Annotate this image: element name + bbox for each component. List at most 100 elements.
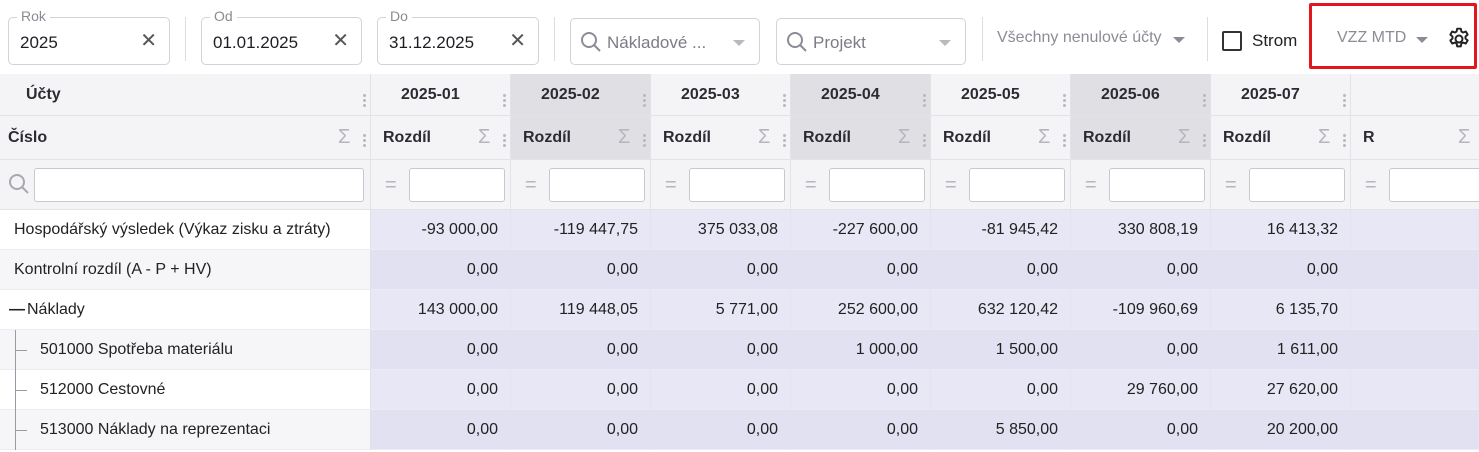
value-cell[interactable]: 29 760,00 <box>1071 370 1211 410</box>
column-grip-icon[interactable] <box>1063 92 1067 109</box>
table-row[interactable]: 513000 Náklady na reprezentaci 0,00 0,00 0,… <box>0 410 1479 450</box>
difference-column-header[interactable]: Rozdíl Σ <box>651 116 791 160</box>
column-grip-icon[interactable] <box>1203 92 1207 109</box>
date-from-clear-icon[interactable]: ✕ <box>332 31 349 51</box>
value-cell[interactable]: 143 000,00 <box>371 290 511 330</box>
tree-checkbox[interactable] <box>1222 31 1242 51</box>
value-cell[interactable]: 0,00 <box>931 370 1071 410</box>
value-cell[interactable]: 252 600,00 <box>791 290 931 330</box>
month-column-header[interactable]: 2025-06 <box>1071 74 1211 116</box>
equals-icon[interactable]: = <box>665 174 677 197</box>
equals-icon[interactable]: = <box>945 174 957 197</box>
value-cell[interactable]: 1 500,00 <box>931 330 1071 370</box>
account-cell[interactable]: 501000 Spotřeba materiálu <box>0 330 371 370</box>
value-cell[interactable]: 0,00 <box>371 370 511 410</box>
chevron-down-icon[interactable] <box>1173 37 1185 43</box>
date-to-value[interactable]: 31.12.2025 <box>389 33 474 53</box>
value-cell[interactable]: 0,00 <box>791 410 931 450</box>
column-grip-icon[interactable] <box>923 92 927 109</box>
value-cell-partial[interactable] <box>1351 410 1479 450</box>
value-cell[interactable]: 0,00 <box>651 250 791 290</box>
column-grip-icon[interactable] <box>783 92 787 109</box>
accounts-filter-dropdown[interactable]: Všechny nenulové účty <box>997 29 1162 47</box>
tree-checkbox-label[interactable]: Strom <box>1252 31 1297 51</box>
date-to-clear-icon[interactable]: ✕ <box>509 31 526 51</box>
value-cell[interactable]: 0,00 <box>1211 250 1351 290</box>
column-grip-icon[interactable] <box>923 132 927 149</box>
value-cell[interactable]: 119 448,05 <box>511 290 651 330</box>
equals-icon[interactable]: = <box>1225 174 1237 197</box>
month-column-header[interactable]: 2025-05 <box>931 74 1071 116</box>
column-grip-icon[interactable] <box>1343 92 1347 109</box>
value-cell-partial[interactable] <box>1351 370 1479 410</box>
value-cell[interactable]: -109 960,69 <box>1071 290 1211 330</box>
value-cell[interactable]: 0,00 <box>371 250 511 290</box>
value-cell[interactable]: -227 600,00 <box>791 210 931 250</box>
value-cell[interactable]: 0,00 <box>511 410 651 450</box>
equals-icon[interactable]: = <box>1365 174 1377 197</box>
value-cell[interactable]: 20 200,00 <box>1211 410 1351 450</box>
value-cell[interactable]: 0,00 <box>791 370 931 410</box>
account-cell[interactable]: — Náklady <box>0 290 371 330</box>
table-row[interactable]: Hospodářský výsledek (Výkaz zisku a ztrá… <box>0 210 1479 250</box>
account-cell[interactable]: 512000 Cestovné <box>0 370 371 410</box>
value-cell[interactable]: 375 033,08 <box>651 210 791 250</box>
month-column-header[interactable]: 2025-03 <box>651 74 791 116</box>
value-cell[interactable]: 0,00 <box>511 330 651 370</box>
value-cell[interactable]: -93 000,00 <box>371 210 511 250</box>
column-filter-input[interactable] <box>689 168 785 202</box>
column-filter-input[interactable] <box>409 168 505 202</box>
account-cell[interactable]: Kontrolní rozdíl (A - P + HV) <box>0 250 371 290</box>
difference-column-header[interactable]: RΣ <box>1351 116 1479 160</box>
value-cell[interactable]: 5 771,00 <box>651 290 791 330</box>
column-grip-icon[interactable] <box>1343 132 1347 149</box>
date-from-value[interactable]: 01.01.2025 <box>213 33 298 53</box>
value-cell[interactable]: 16 413,32 <box>1211 210 1351 250</box>
equals-icon[interactable]: = <box>805 174 817 197</box>
sigma-icon[interactable]: Σ <box>478 126 490 149</box>
year-value[interactable]: 2025 <box>20 33 58 53</box>
column-grip-icon[interactable] <box>503 132 507 149</box>
month-column-header[interactable]: 2025-02 <box>511 74 651 116</box>
column-grip-icon[interactable] <box>503 92 507 109</box>
account-cell[interactable]: 513000 Náklady na reprezentaci <box>0 410 371 450</box>
column-filter-input[interactable] <box>969 168 1065 202</box>
value-cell[interactable]: 330 808,19 <box>1071 210 1211 250</box>
number-column-header[interactable]: Číslo Σ <box>0 116 371 160</box>
value-cell-partial[interactable] <box>1351 250 1479 290</box>
difference-column-header[interactable]: Rozdíl Σ <box>1211 116 1351 160</box>
value-cell[interactable]: -81 945,42 <box>931 210 1071 250</box>
column-grip-icon[interactable] <box>643 132 647 149</box>
table-row[interactable]: Kontrolní rozdíl (A - P + HV) 0,00 0,00 0,0… <box>0 250 1479 290</box>
year-clear-icon[interactable]: ✕ <box>140 31 157 51</box>
value-cell[interactable]: 5 850,00 <box>931 410 1071 450</box>
column-grip-icon[interactable] <box>643 92 647 109</box>
value-cell[interactable]: 0,00 <box>511 250 651 290</box>
cost-center-select[interactable]: Nákladové ... <box>570 18 760 65</box>
year-field[interactable]: Rok 2025 ✕ <box>8 8 170 65</box>
sigma-icon[interactable]: Σ <box>618 126 630 149</box>
value-cell[interactable]: -119 447,75 <box>511 210 651 250</box>
column-filter-input[interactable] <box>1249 168 1345 202</box>
account-column-header[interactable]: Účty <box>0 74 371 116</box>
table-row[interactable]: 512000 Cestovné 0,00 0,00 0,00 0,00 0,00 29 76… <box>0 370 1479 410</box>
value-cell-partial[interactable] <box>1351 210 1479 250</box>
value-cell[interactable]: 0,00 <box>1071 410 1211 450</box>
value-cell[interactable]: 6 135,70 <box>1211 290 1351 330</box>
value-cell[interactable]: 0,00 <box>371 410 511 450</box>
difference-column-header[interactable]: Rozdíl Σ <box>511 116 651 160</box>
value-cell[interactable]: 632 120,42 <box>931 290 1071 330</box>
value-cell-partial[interactable] <box>1351 290 1479 330</box>
month-column-header[interactable]: 2025-01 <box>371 74 511 116</box>
equals-icon[interactable]: = <box>525 174 537 197</box>
equals-icon[interactable]: = <box>385 174 397 197</box>
value-cell[interactable]: 0,00 <box>651 330 791 370</box>
value-cell[interactable]: 0,00 <box>1071 330 1211 370</box>
sigma-icon[interactable]: Σ <box>1318 126 1330 149</box>
sigma-icon[interactable]: Σ <box>898 126 910 149</box>
value-cell[interactable]: 1 000,00 <box>791 330 931 370</box>
equals-icon[interactable]: = <box>1085 174 1097 197</box>
month-column-header[interactable] <box>1351 74 1479 116</box>
sigma-icon[interactable]: Σ <box>1178 126 1190 149</box>
month-column-header[interactable]: 2025-07 <box>1211 74 1351 116</box>
